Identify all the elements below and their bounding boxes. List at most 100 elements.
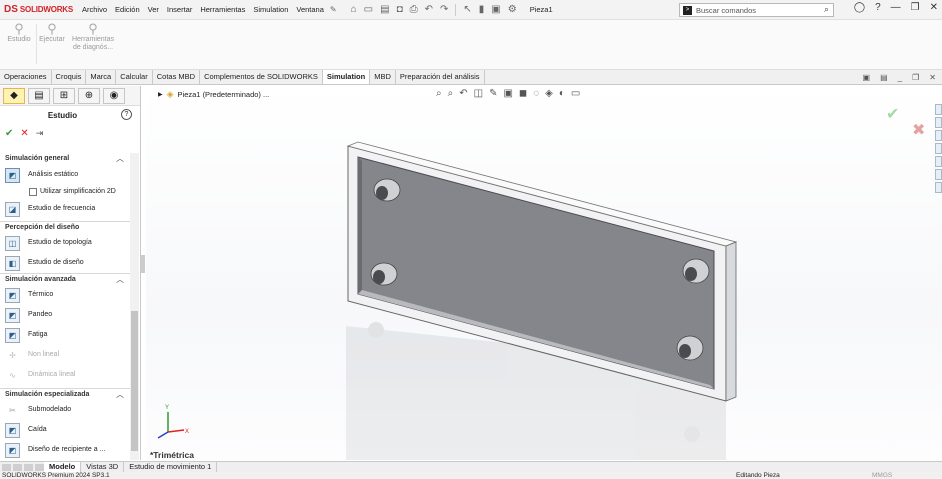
study-option-frecuencia[interactable]: ◪ Estudio de frecuencia bbox=[0, 199, 130, 219]
new-document-icon[interactable]: ▭ bbox=[364, 4, 373, 15]
group-simulacion-especializada[interactable]: Simulación especializada ︿ bbox=[0, 388, 130, 400]
search-commands-input[interactable]: > Buscar comandos ⌕ bbox=[679, 3, 834, 17]
search-icon[interactable]: ⌕ bbox=[824, 4, 829, 15]
resources-tab-icon[interactable] bbox=[935, 104, 942, 115]
model-canvas[interactable]: Y X bbox=[146, 86, 942, 460]
ok-check-icon[interactable]: ✔ bbox=[5, 128, 13, 139]
custom-properties-tab-icon[interactable] bbox=[935, 169, 942, 180]
configuration-manager-tab-icon[interactable]: ⊞ bbox=[53, 87, 75, 104]
menu-ventana[interactable]: Ventana bbox=[296, 5, 324, 14]
select-icon[interactable]: ↖ bbox=[463, 4, 471, 15]
tab-simulation[interactable]: Simulation bbox=[322, 70, 371, 84]
cancel-x-icon[interactable]: ✕ bbox=[20, 128, 28, 139]
search-placeholder: Buscar comandos bbox=[696, 5, 757, 15]
checkbox-box[interactable] bbox=[29, 188, 37, 196]
panel-scrollbar[interactable] bbox=[130, 153, 139, 460]
restore-icon[interactable]: ❐ bbox=[911, 2, 920, 13]
study-option-submodelado[interactable]: ✂ Submodelado bbox=[0, 400, 130, 420]
mounting-boss-bottom-left bbox=[370, 262, 398, 286]
file-explorer-tab-icon[interactable] bbox=[935, 130, 942, 141]
help-icon[interactable]: ? bbox=[875, 2, 881, 13]
status-units[interactable]: MMGS bbox=[872, 472, 892, 479]
menu-edicion[interactable]: Edición bbox=[115, 5, 140, 14]
checkbox-simplificacion-2d[interactable]: Utilizar simplificación 2D bbox=[0, 185, 130, 199]
last-tab-arrow-icon[interactable] bbox=[35, 463, 44, 471]
open-icon[interactable]: ▤ bbox=[380, 4, 389, 15]
study-option-analisis-estatico[interactable]: ◩ Análisis estático bbox=[0, 165, 130, 185]
menu-simulation[interactable]: Simulation bbox=[253, 5, 288, 14]
chevron-up-icon[interactable]: ︿ bbox=[116, 389, 124, 400]
appearances-tab-icon[interactable] bbox=[935, 156, 942, 167]
tab-complementos[interactable]: Complementos de SOLIDWORKS bbox=[200, 70, 323, 84]
tab-cotas-mbd[interactable]: Cotas MBD bbox=[153, 70, 201, 84]
study-option-pandeo[interactable]: ◩ Pandeo bbox=[0, 305, 130, 325]
property-manager-tab-icon[interactable]: ▤ bbox=[28, 87, 50, 104]
study-option-termico[interactable]: ◩ Térmico bbox=[0, 285, 130, 305]
chevron-up-icon[interactable]: ︿ bbox=[116, 274, 124, 285]
panel-restore-icon[interactable]: ❐ bbox=[912, 73, 919, 82]
chevron-up-icon[interactable]: ︿ bbox=[116, 153, 124, 164]
graphics-area[interactable]: ▶ ◈ Pieza1 (Predeterminado) ... ⌕ ⌕ ↶ ◫ … bbox=[146, 86, 942, 460]
menu-insertar[interactable]: Insertar bbox=[167, 5, 192, 14]
panel-close-icon[interactable]: ✕ bbox=[929, 73, 936, 82]
study-option-fatiga[interactable]: ◩ Fatiga bbox=[0, 325, 130, 345]
options-gear-icon[interactable]: ⚙ bbox=[508, 4, 517, 15]
option-label: Fatiga bbox=[28, 331, 48, 338]
tab-preparacion-analisis[interactable]: Preparación del análisis bbox=[396, 70, 485, 84]
buckling-icon: ◩ bbox=[5, 308, 20, 323]
group-simulacion-avanzada[interactable]: Simulación avanzada ︿ bbox=[0, 273, 130, 285]
close-icon[interactable]: ✕ bbox=[930, 2, 938, 13]
tab-modelo[interactable]: Modelo bbox=[44, 462, 82, 472]
tab-operaciones[interactable]: Operaciones bbox=[0, 70, 52, 84]
split-icon[interactable]: ▤ bbox=[880, 73, 888, 82]
menu-archivo[interactable]: Archivo bbox=[82, 5, 107, 14]
tab-marca[interactable]: Marca bbox=[86, 70, 117, 84]
display-manager-tab-icon[interactable]: ◉ bbox=[103, 87, 125, 104]
next-tab-arrow-icon[interactable] bbox=[24, 463, 33, 471]
view-palette-tab-icon[interactable] bbox=[935, 143, 942, 154]
first-tab-arrow-icon[interactable] bbox=[2, 463, 11, 471]
menu-ver[interactable]: Ver bbox=[148, 5, 159, 14]
run-button[interactable]: ⚲ Ejecutar bbox=[38, 22, 66, 44]
panel-minimize-icon[interactable]: _ bbox=[898, 73, 902, 82]
keep-visible-pin-icon[interactable]: ⇥ bbox=[36, 128, 44, 139]
group-simulacion-general[interactable]: Simulación general ︿ bbox=[0, 153, 130, 165]
dimxpert-manager-tab-icon[interactable]: ⊕ bbox=[78, 87, 100, 104]
tab-croquis[interactable]: Croquis bbox=[52, 70, 87, 84]
design-library-tab-icon[interactable] bbox=[935, 117, 942, 128]
tab-vistas-3d[interactable]: Vistas 3D bbox=[81, 462, 125, 472]
save-icon[interactable]: ◘ bbox=[397, 4, 403, 15]
tab-calcular[interactable]: Calcular bbox=[116, 70, 153, 84]
group-percepcion-diseno[interactable]: Percepción del diseño bbox=[0, 221, 130, 233]
home-icon[interactable]: ⌂ bbox=[351, 4, 357, 15]
redo-icon[interactable]: ↷ bbox=[440, 4, 448, 15]
tab-mbd[interactable]: MBD bbox=[370, 70, 396, 84]
minimize-icon[interactable]: — bbox=[891, 2, 901, 13]
feature-manager-tab-icon[interactable]: ◆ bbox=[3, 87, 25, 104]
undo-icon[interactable]: ↶ bbox=[425, 4, 433, 15]
scrollbar-thumb[interactable] bbox=[131, 311, 138, 451]
study-option-caida[interactable]: ◩ Caída bbox=[0, 420, 130, 440]
tile-icon[interactable]: ▣ bbox=[863, 73, 871, 82]
user-account-icon[interactable]: ◯ bbox=[854, 2, 865, 13]
study-option-recipiente[interactable]: ◩ Diseño de recipiente a ... bbox=[0, 440, 130, 460]
manager-tabs: ◆ ▤ ⊞ ⊕ ◉ bbox=[0, 86, 140, 106]
rebuild-icon[interactable]: ▮ bbox=[479, 4, 485, 15]
pin-menu-icon[interactable]: ✎ bbox=[330, 5, 337, 14]
study-option-topologia[interactable]: ◫ Estudio de topología bbox=[0, 233, 130, 253]
simulation-advisor-tab-icon[interactable] bbox=[935, 182, 942, 193]
confirm-corner-ok-icon[interactable]: ✔ bbox=[886, 104, 899, 124]
prev-tab-arrow-icon[interactable] bbox=[13, 463, 22, 471]
menu-herramientas[interactable]: Herramientas bbox=[200, 5, 245, 14]
document-name: Pieza1 bbox=[529, 5, 553, 14]
tab-estudio-movimiento[interactable]: Estudio de movimiento 1 bbox=[124, 462, 218, 472]
study-button[interactable]: ⚲ Estudio bbox=[4, 22, 34, 44]
study-option-diseno[interactable]: ◧ Estudio de diseño bbox=[0, 253, 130, 273]
solidworks-logo[interactable]: DS SOLIDWORKS bbox=[0, 4, 78, 15]
confirm-corner-cancel-icon[interactable]: ✖ bbox=[912, 120, 925, 140]
print-icon[interactable]: ⎙ bbox=[410, 4, 418, 15]
panel-splitter[interactable] bbox=[141, 255, 145, 273]
file-properties-icon[interactable]: ▣ bbox=[491, 4, 500, 15]
help-circle-icon[interactable]: ? bbox=[121, 109, 132, 120]
diagnostic-tools-button[interactable]: ⚲ Herramientas de diagnós... bbox=[68, 22, 118, 52]
